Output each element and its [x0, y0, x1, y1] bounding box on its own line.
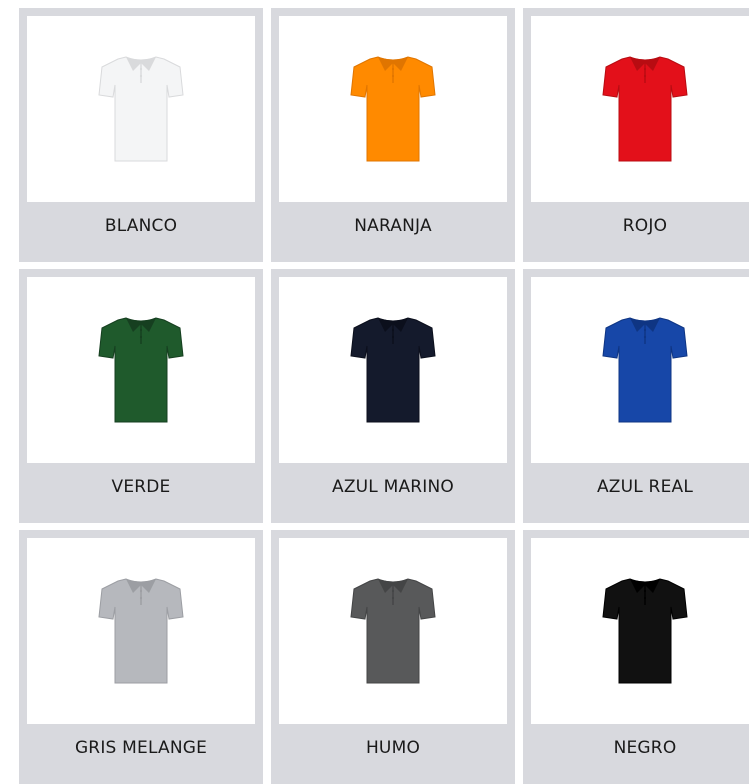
color-label: ROJO — [622, 216, 668, 236]
polo-shirt-icon — [602, 317, 688, 423]
color-card-verde[interactable]: VERDE — [19, 269, 263, 523]
color-card-humo[interactable]: HUMO — [271, 530, 515, 784]
color-card-blanco[interactable]: BLANCO — [19, 8, 263, 262]
color-card-naranja[interactable]: NARANJA — [271, 8, 515, 262]
product-photo — [279, 538, 507, 724]
color-label: HUMO — [365, 738, 421, 758]
color-card-gris-melange[interactable]: GRIS MELANGE — [19, 530, 263, 784]
color-label: AZUL REAL — [596, 477, 694, 497]
color-label: GRIS MELANGE — [74, 738, 208, 758]
color-swatch-grid: BLANCO NARANJA ROJO VERDE AZUL MARINO AZ… — [0, 0, 749, 784]
color-card-rojo[interactable]: ROJO — [523, 8, 749, 262]
color-label: BLANCO — [104, 216, 178, 236]
polo-shirt-icon — [350, 317, 436, 423]
product-photo — [531, 538, 749, 724]
product-photo — [27, 277, 255, 463]
color-card-azul-real[interactable]: AZUL REAL — [523, 269, 749, 523]
color-card-negro[interactable]: NEGRO — [523, 530, 749, 784]
color-label: AZUL MARINO — [331, 477, 454, 497]
product-photo — [27, 16, 255, 202]
polo-shirt-icon — [350, 56, 436, 162]
color-label: NEGRO — [613, 738, 677, 758]
color-label: NARANJA — [354, 216, 432, 236]
product-photo — [531, 16, 749, 202]
product-photo — [531, 277, 749, 463]
color-card-azul-marino[interactable]: AZUL MARINO — [271, 269, 515, 523]
polo-shirt-icon — [602, 56, 688, 162]
polo-shirt-icon — [98, 578, 184, 684]
product-photo — [279, 16, 507, 202]
product-photo — [27, 538, 255, 724]
polo-shirt-icon — [98, 317, 184, 423]
polo-shirt-icon — [602, 578, 688, 684]
polo-shirt-icon — [350, 578, 436, 684]
polo-shirt-icon — [98, 56, 184, 162]
color-label: VERDE — [111, 477, 171, 497]
product-photo — [279, 277, 507, 463]
